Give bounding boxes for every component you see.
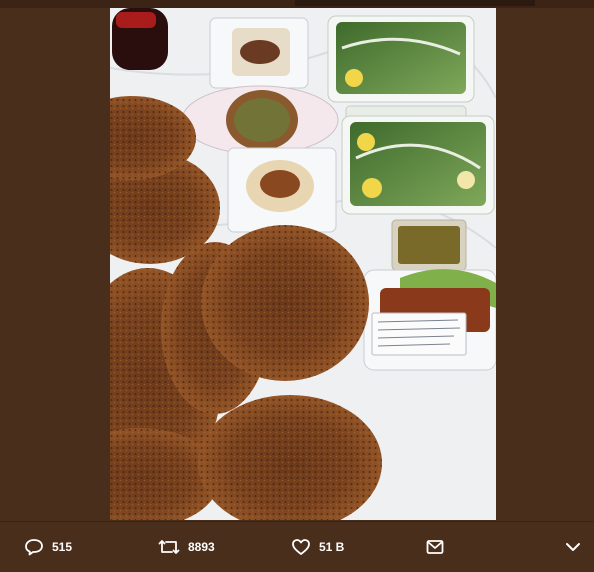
tweet-action-bar: 515 8893 51 B — [0, 521, 594, 572]
top-strip — [0, 0, 594, 8]
reply-icon — [24, 537, 44, 557]
top-strip-dark — [295, 0, 535, 6]
tweet-photo[interactable] — [110, 8, 496, 520]
share-icon — [425, 537, 445, 557]
reply-count: 515 — [52, 540, 73, 554]
left-margin — [0, 8, 110, 520]
more-button[interactable] — [564, 522, 582, 572]
retweet-button[interactable]: 8893 — [158, 522, 215, 572]
retweet-icon — [158, 537, 180, 557]
right-margin — [496, 8, 594, 520]
like-button[interactable]: 51 B — [291, 522, 344, 572]
food-photo — [110, 8, 496, 520]
like-count: 51 B — [319, 540, 345, 554]
share-button[interactable] — [425, 522, 445, 572]
chevron-down-icon — [564, 538, 582, 556]
retweet-count: 8893 — [188, 540, 215, 554]
like-icon — [291, 537, 311, 557]
reply-button[interactable]: 515 — [24, 522, 72, 572]
